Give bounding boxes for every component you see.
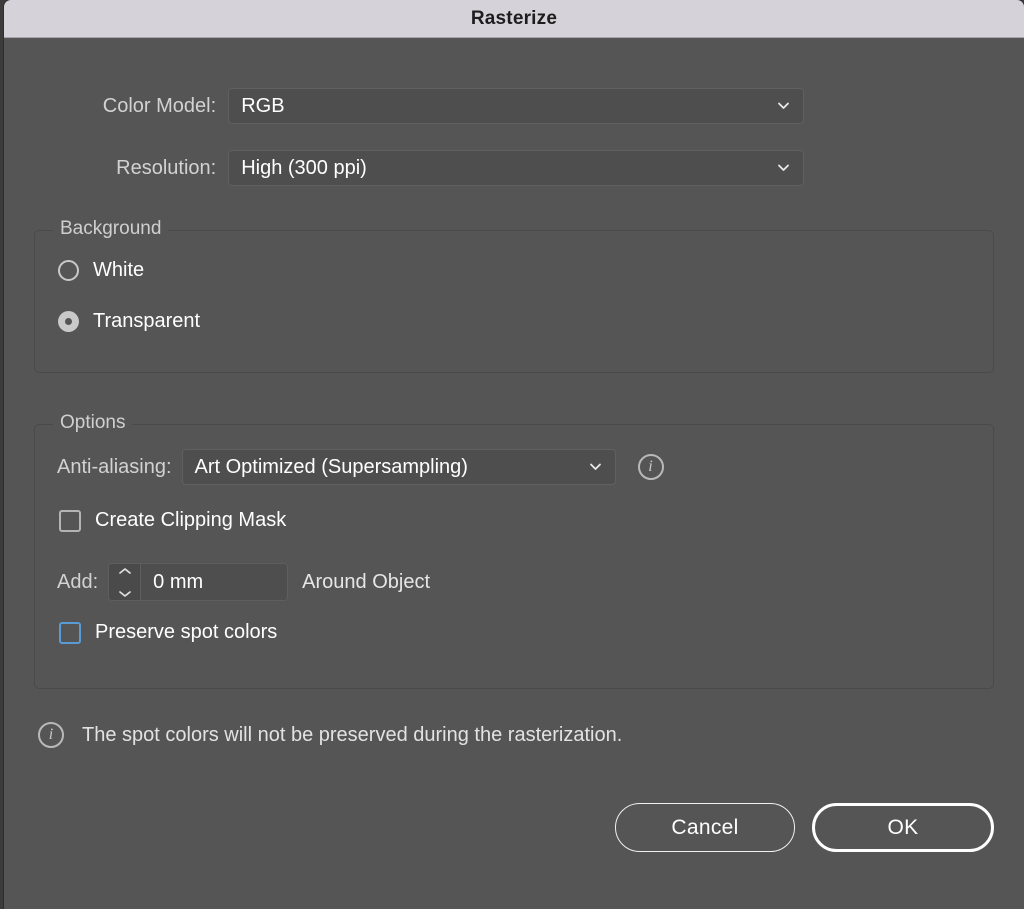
radio-indicator-white <box>58 260 79 281</box>
options-group: Options Anti-aliasing: Art Optimized (Su… <box>34 412 994 689</box>
resolution-row: Resolution: High (300 ppi) <box>4 150 804 186</box>
dialog-titlebar: Rasterize <box>4 0 1024 38</box>
resolution-select[interactable]: High (300 ppi) <box>228 150 804 186</box>
resolution-label: Resolution: <box>116 156 217 179</box>
checkbox-indicator-create-clipping-mask <box>59 509 81 532</box>
radio-white[interactable]: White <box>58 259 144 282</box>
radio-label-transparent: Transparent <box>93 310 201 332</box>
add-amount-control: 0 mm <box>108 563 289 601</box>
background-group: Background White Transparent <box>34 218 994 373</box>
add-suffix-label: Around Object <box>302 570 431 593</box>
color-model-label: Color Model: <box>102 94 217 117</box>
anti-aliasing-value: Art Optimized (Supersampling) <box>194 455 468 478</box>
chevron-down-icon <box>589 460 602 473</box>
chevron-down-icon <box>777 161 790 174</box>
chevron-down-icon[interactable] <box>118 585 132 601</box>
radio-label-white: White <box>93 259 145 281</box>
checkbox-preserve-spot-colors[interactable]: Preserve spot colors <box>59 621 277 644</box>
rasterize-dialog: Rasterize Color Model: RGB Resolution: H… <box>4 0 1024 909</box>
add-amount-input[interactable]: 0 mm <box>141 564 288 600</box>
background-group-title: Background <box>53 218 169 240</box>
color-model-value: RGB <box>241 94 285 117</box>
add-around-object-row: Add: 0 mm Around Object <box>57 563 430 601</box>
checkbox-indicator-preserve-spot-colors <box>59 621 81 644</box>
anti-aliasing-row: Anti-aliasing: Art Optimized (Supersampl… <box>57 449 664 485</box>
dialog-content: Color Model: RGB Resolution: High (300 p… <box>4 38 1024 909</box>
dialog-title: Rasterize <box>470 7 558 29</box>
resolution-value: High (300 ppi) <box>241 156 367 179</box>
checkbox-label-create-clipping-mask: Create Clipping Mask <box>95 509 287 531</box>
anti-aliasing-select[interactable]: Art Optimized (Supersampling) <box>181 449 616 485</box>
chevron-up-icon[interactable] <box>118 564 132 580</box>
checkbox-label-preserve-spot-colors: Preserve spot colors <box>95 621 278 643</box>
anti-aliasing-info-icon[interactable]: i <box>637 454 664 480</box>
spot-colors-note-text: The spot colors will not be preserved du… <box>82 723 623 746</box>
info-icon: i <box>38 722 64 748</box>
chevron-down-icon <box>777 99 790 112</box>
quantity-stepper[interactable] <box>109 564 142 601</box>
checkbox-create-clipping-mask[interactable]: Create Clipping Mask <box>59 509 286 532</box>
add-label: Add: <box>57 570 99 593</box>
radio-indicator-transparent <box>58 311 79 332</box>
cancel-button[interactable]: Cancel <box>615 803 795 852</box>
options-group-title: Options <box>53 412 133 434</box>
color-model-row: Color Model: RGB <box>4 88 804 124</box>
radio-transparent[interactable]: Transparent <box>58 310 200 333</box>
add-amount-value: 0 mm <box>153 570 204 593</box>
anti-aliasing-label: Anti-aliasing: <box>57 455 172 478</box>
spot-colors-note: i The spot colors will not be preserved … <box>38 722 622 748</box>
color-model-select[interactable]: RGB <box>228 88 804 124</box>
ok-button[interactable]: OK <box>812 803 994 852</box>
